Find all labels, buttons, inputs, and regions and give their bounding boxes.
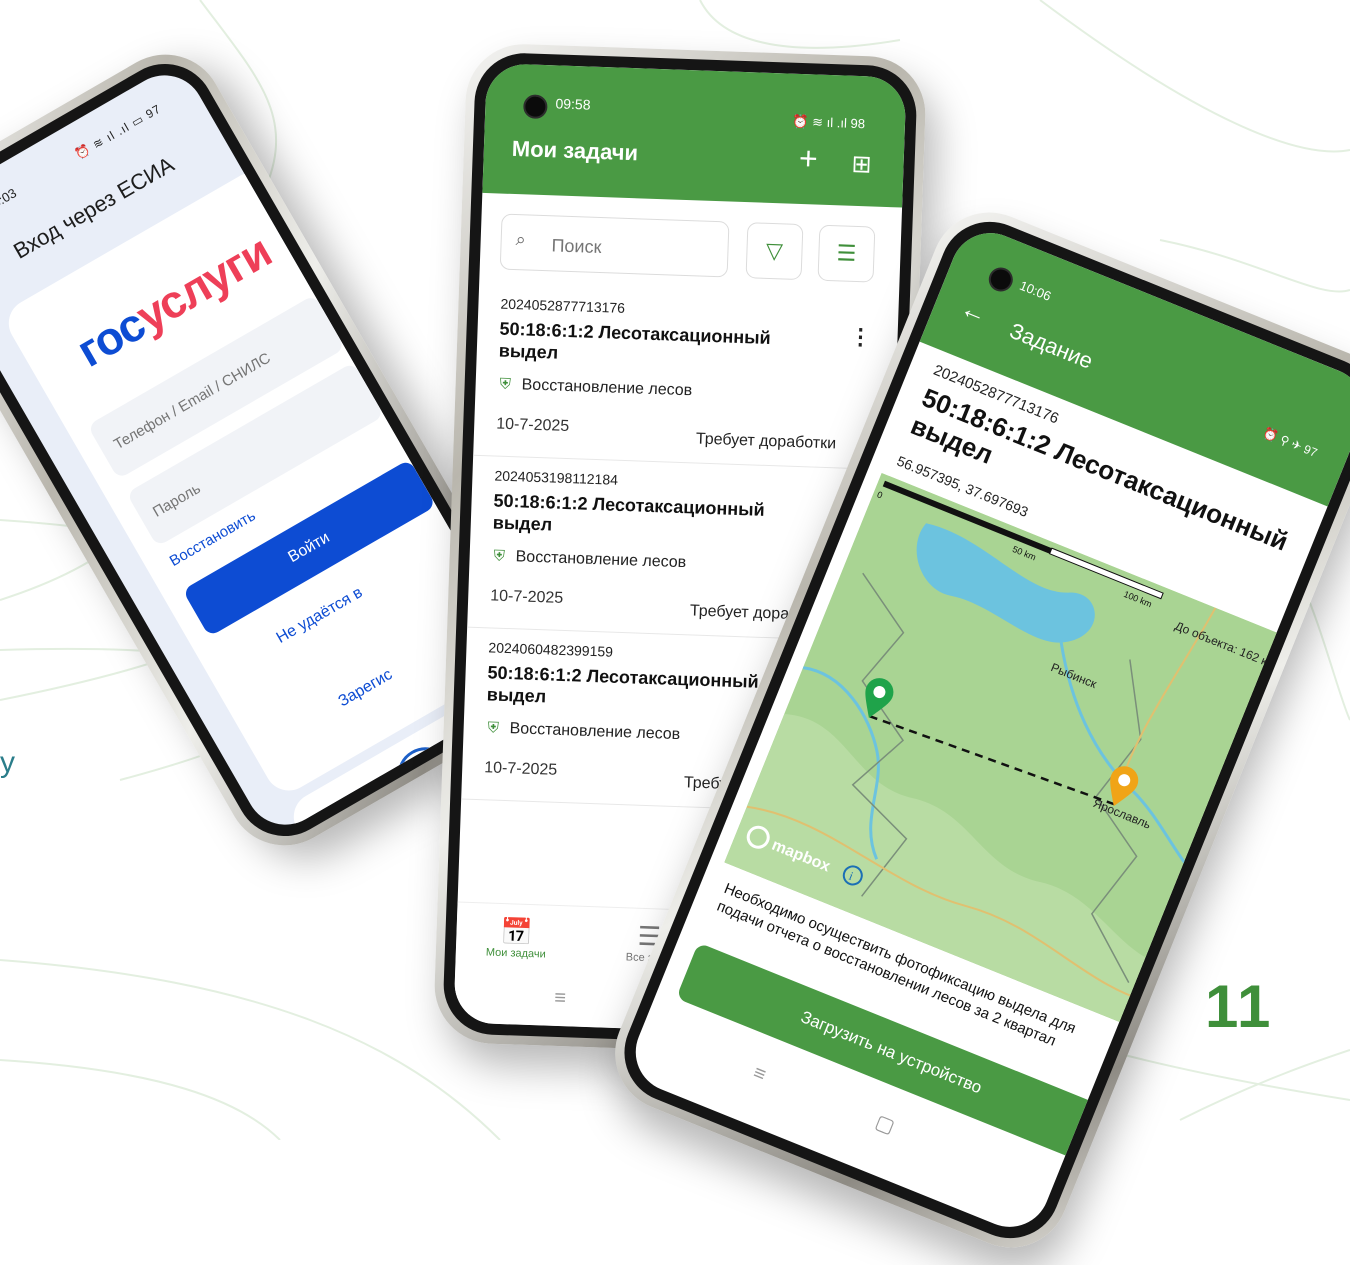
search-input[interactable] (548, 224, 725, 273)
battery-level: 97 (1301, 441, 1320, 460)
shield-icon: ⛨ (499, 375, 512, 393)
task-id: 2024053198112184 (494, 467, 619, 488)
task-card[interactable]: 2024052877713176 50:18:6:1:2 Лесотаксаци… (473, 282, 899, 471)
status-icons: ⏰ ≋ ıl .ıl ▭ 97 (73, 102, 164, 162)
back-arrow-icon[interactable]: ← (956, 292, 991, 330)
status-icons: ⏰ ≋ ıl .ıl 98 (792, 114, 865, 133)
search-icon: ⌕ (515, 229, 527, 250)
login-button-label: Войти (285, 528, 333, 567)
status-icons-glyphs: ⏰ ≋ ıl .ıl (792, 113, 848, 131)
app-header: 09:58 ⏰ ≋ ıl .ıl 98 Мои задачи + ⊞ (482, 62, 907, 208)
nav-my-tasks[interactable]: 📅 Мои задачи (485, 915, 547, 961)
battery-level: 98 (850, 115, 866, 132)
system-menu-icon[interactable]: ≡ (554, 987, 566, 1010)
nav-my-tasks-label: Мои задачи (485, 946, 546, 961)
task-id: 2024052877713176 (500, 295, 626, 316)
calendar-check-icon: 📅 (499, 915, 534, 948)
shield-icon: ⛨ (493, 547, 506, 565)
task-status: Требует доработки (695, 430, 837, 453)
task-name: 50:18:6:1:2 Лесотаксационный выдел (486, 662, 759, 707)
status-icons: ⏰ ⚲ ✈ 97 (1261, 426, 1319, 460)
status-time: 09:58 (555, 95, 591, 113)
screen-title: Задание (1006, 317, 1097, 374)
more-vertical-icon[interactable]: ⋮ (849, 324, 872, 351)
shield-icon: ⛨ (487, 719, 500, 737)
task-type: Восстановление лесов (515, 548, 687, 572)
register-link[interactable]: Зарегис (336, 666, 396, 711)
task-id: 2024060482399159 (488, 639, 614, 660)
map-icon[interactable]: ⊞ (851, 150, 872, 180)
logo-part-uslugi: услуги (127, 224, 280, 343)
battery-level: 97 (143, 101, 164, 122)
task-date: 10-7-2025 (489, 587, 564, 607)
task-type: Восстановление лесов (521, 376, 693, 400)
task-date: 10-7-2025 (483, 759, 558, 779)
filter-icon: ▽ (765, 237, 784, 264)
download-button-label: Загрузить на устройство (798, 1007, 985, 1098)
status-time: 10:03 (0, 185, 20, 215)
task-type: Восстановление лесов (509, 720, 681, 744)
cant-login-link[interactable]: Не удаётся в (274, 584, 366, 648)
task-date: 10-7-2025 (495, 415, 570, 436)
task-name: 50:18:6:1:2 Лесотаксационный выдел (492, 490, 765, 535)
sort-button[interactable]: ☰ (817, 224, 876, 283)
status-icons-glyphs: ⏰ ≋ ıl .ıl ▭ (72, 111, 147, 162)
partial-text: у (0, 746, 15, 779)
add-task-icon[interactable]: + (798, 140, 818, 178)
task-name: 50:18:6:1:2 Лесотаксационный выдел (498, 318, 771, 363)
status-time: 10:06 (1017, 277, 1054, 304)
sort-icon: ☰ (836, 240, 857, 266)
page-number: 11 (1205, 973, 1273, 1040)
map-city-partial: Ко (1191, 843, 1209, 861)
screen-title: Мои задачи (511, 135, 639, 166)
filter-button[interactable]: ▽ (745, 222, 804, 281)
back-arrow-icon[interactable]: ← (0, 250, 6, 290)
status-icons-glyphs: ⏰ ⚲ ✈ (1261, 425, 1304, 454)
search-box[interactable]: ⌕ (499, 213, 730, 278)
